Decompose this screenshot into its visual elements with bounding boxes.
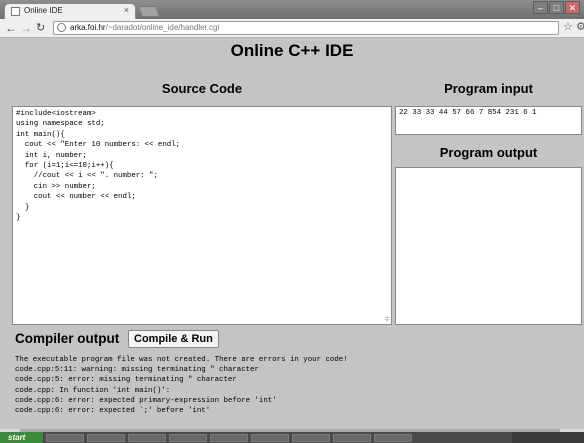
resize-grip-icon[interactable]: ≑: [384, 315, 390, 323]
program-output-area[interactable]: [395, 167, 582, 325]
start-button[interactable]: start: [0, 432, 43, 443]
tab-close-icon[interactable]: ×: [124, 5, 129, 15]
taskbar-item[interactable]: [374, 433, 412, 442]
compiler-output-text: The executable program file was not crea…: [15, 356, 348, 416]
new-tab-button[interactable]: [137, 6, 161, 17]
program-input-field[interactable]: 22 33 33 44 57 66 7 854 231 6 1: [395, 106, 582, 135]
maximize-icon[interactable]: □: [549, 1, 564, 14]
browser-toolbar: ← → ↻ arka.foi.hr/~daradot/online_ide/ha…: [0, 19, 584, 38]
forward-arrow-icon[interactable]: →: [20, 20, 32, 36]
compile-run-button[interactable]: Compile & Run: [128, 330, 219, 348]
page-favicon-icon: [11, 7, 20, 16]
url-path: /~daradot/online_ide/handler.cgi: [105, 23, 220, 32]
source-code-heading: Source Code: [161, 81, 243, 96]
taskbar-item[interactable]: [169, 433, 207, 442]
bookmark-star-icon[interactable]: ☆: [563, 20, 573, 33]
program-input-heading: Program input: [444, 81, 533, 96]
minimize-icon[interactable]: –: [533, 1, 548, 14]
compiler-output-heading: Compiler output: [15, 331, 120, 346]
taskbar-item[interactable]: [333, 433, 371, 442]
system-tray: [512, 432, 584, 443]
taskbar-item[interactable]: [87, 433, 125, 442]
taskbar-item[interactable]: [251, 433, 289, 442]
address-bar[interactable]: arka.foi.hr/~daradot/online_ide/handler.…: [53, 21, 559, 35]
wrench-menu-icon[interactable]: ⚙: [576, 20, 584, 33]
taskbar-item[interactable]: [210, 433, 248, 442]
program-output-heading: Program output: [439, 145, 538, 160]
browser-tab-bar: Online IDE × – □ ✕: [0, 0, 584, 19]
taskbar-item[interactable]: [128, 433, 166, 442]
os-taskbar: start: [0, 432, 584, 443]
address-url: arka.foi.hr/~daradot/online_ide/handler.…: [70, 22, 219, 34]
globe-icon: [57, 23, 66, 32]
taskbar-item[interactable]: [292, 433, 330, 442]
back-arrow-icon[interactable]: ←: [5, 20, 17, 36]
page-title: Online C++ IDE: [230, 41, 354, 60]
close-window-icon[interactable]: ✕: [565, 1, 580, 14]
source-code-text: #include<iostream> using namespace std; …: [16, 110, 181, 223]
program-input-text: 22 33 33 44 57 66 7 854 231 6 1: [399, 109, 537, 117]
window-controls: – □ ✕: [532, 1, 580, 14]
source-code-editor[interactable]: #include<iostream> using namespace std; …: [12, 106, 392, 325]
reload-icon[interactable]: ↻: [36, 20, 45, 36]
page-content: Online C++ IDE Source Code Program input…: [0, 38, 584, 431]
browser-tab[interactable]: Online IDE ×: [4, 3, 136, 19]
taskbar-item[interactable]: [46, 433, 84, 442]
url-host: arka.foi.hr: [70, 23, 106, 32]
tab-title: Online IDE: [24, 6, 63, 15]
